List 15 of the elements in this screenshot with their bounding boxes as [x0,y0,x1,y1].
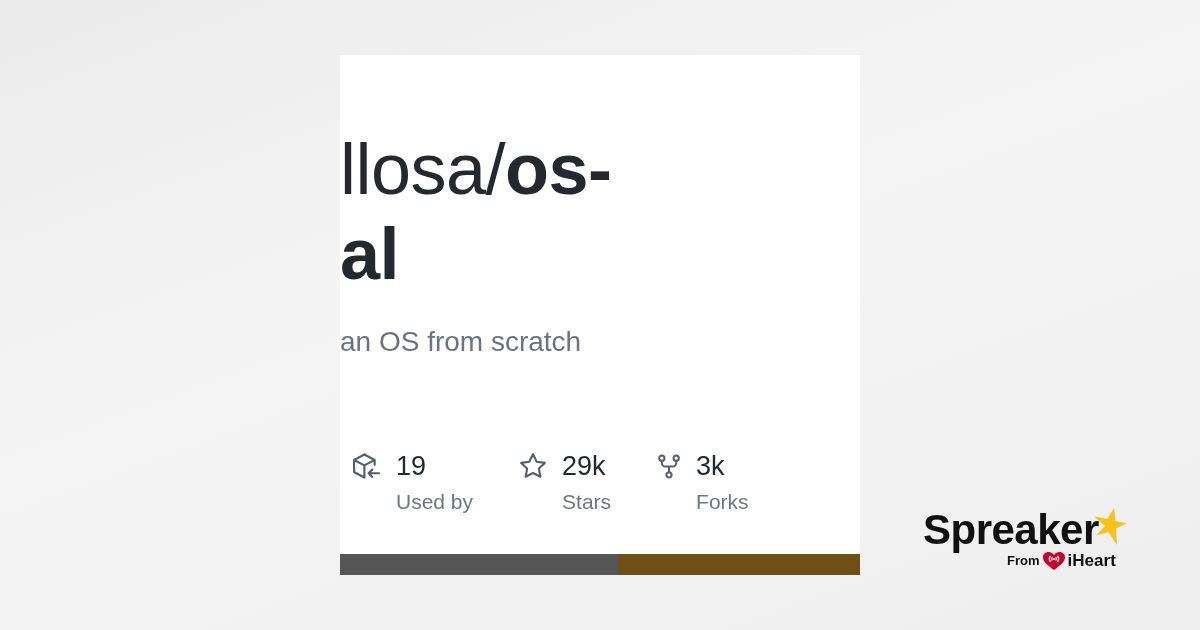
stat-count: 29k [562,450,606,482]
stat-label: Forks [696,489,749,515]
brand-name: Spreaker [923,509,1099,551]
stat-label: Stars [562,489,612,515]
stat-count: 3k [696,450,725,482]
fork-icon [658,454,681,479]
heart-icon [1042,552,1065,570]
tagline-text: From [1007,553,1040,569]
partner-name: iHeart [1067,552,1116,570]
star-outline-icon [520,453,547,478]
repository-description: an OS from scratch [340,325,583,359]
stat-label: Used by [396,489,474,515]
repository-title: llosa/os- al [340,128,613,296]
stat-count: 19 [396,450,427,482]
package-arrow-icon [353,453,380,479]
